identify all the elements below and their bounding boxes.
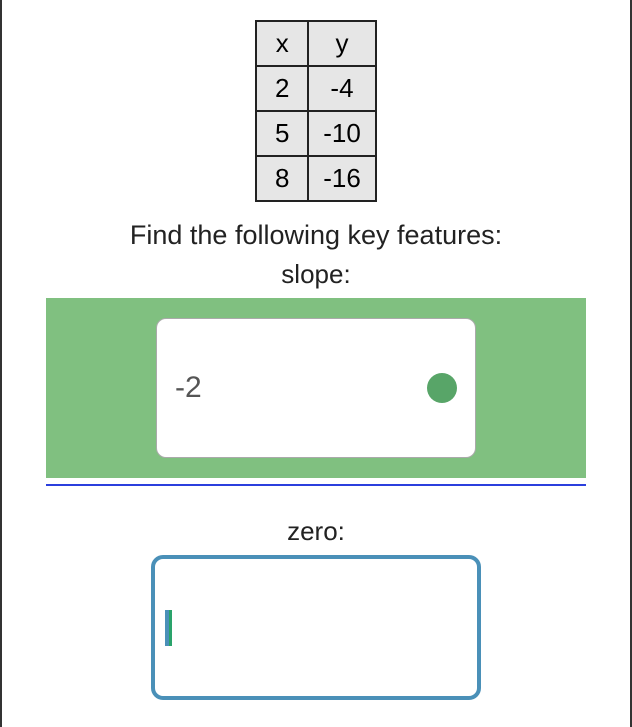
cell-x: 8 <box>256 156 308 201</box>
header-x: x <box>256 21 308 66</box>
slope-label: slope: <box>281 259 350 290</box>
question-container: x y 2 -4 5 -10 8 -16 Find the following … <box>22 20 610 700</box>
correct-dot-icon <box>427 373 457 403</box>
table-row: 8 -16 <box>256 156 376 201</box>
slope-value: -2 <box>175 371 202 405</box>
slope-answer-container: -2 <box>46 298 586 478</box>
cell-y: -16 <box>308 156 376 201</box>
table-row: 5 -10 <box>256 111 376 156</box>
xy-table: x y 2 -4 5 -10 8 -16 <box>255 20 377 202</box>
table-row: 2 -4 <box>256 66 376 111</box>
text-cursor-icon <box>169 610 172 646</box>
zero-input[interactable] <box>151 555 481 700</box>
cell-x: 2 <box>256 66 308 111</box>
table-header-row: x y <box>256 21 376 66</box>
prompt-text: Find the following key features: <box>130 220 502 251</box>
divider-line <box>46 484 586 486</box>
cell-x: 5 <box>256 111 308 156</box>
zero-label: zero: <box>287 516 345 547</box>
header-y: y <box>308 21 376 66</box>
cell-y: -10 <box>308 111 376 156</box>
slope-input[interactable]: -2 <box>156 318 476 458</box>
cell-y: -4 <box>308 66 376 111</box>
